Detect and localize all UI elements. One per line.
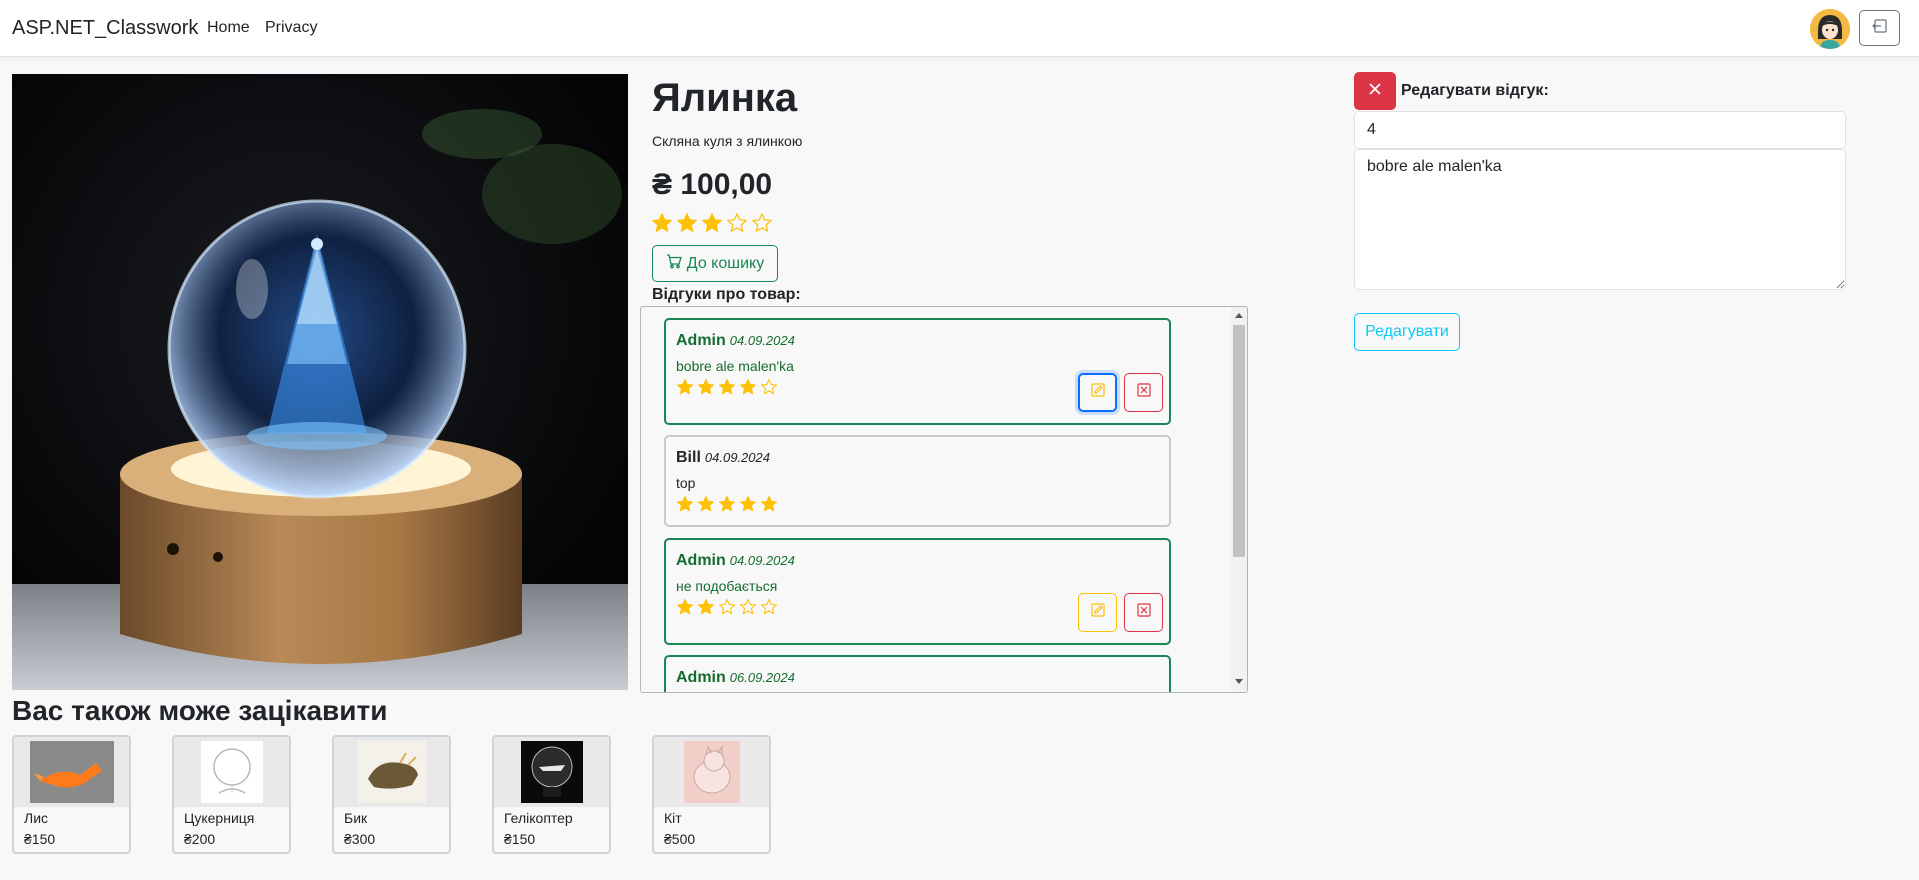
related-product-price: ₴150 — [24, 831, 56, 847]
brand-link[interactable]: ASP.NET_Classwork — [12, 17, 198, 40]
related-product-name: Цукерниця — [184, 810, 255, 826]
star-icon — [751, 212, 773, 234]
review-text: не подобається — [676, 578, 778, 594]
add-to-cart-button[interactable]: До кошику — [652, 245, 778, 282]
review-card: Admin 06.09.2024 — [664, 655, 1171, 692]
star-icon — [697, 378, 715, 396]
star-icon — [718, 598, 736, 616]
review-card: Admin 04.09.2024 не подобається — [664, 538, 1171, 645]
product-image — [12, 74, 628, 690]
product-price: ₴ 100,00 — [652, 168, 773, 201]
delete-review-button[interactable] — [1124, 373, 1163, 412]
related-product-card[interactable]: Бик ₴300 — [332, 735, 451, 854]
related-product-price: ₴300 — [344, 831, 376, 847]
review-card: Admin 04.09.2024 bobre ale malen'ka — [664, 318, 1171, 425]
related-product-card[interactable]: Цукерниця ₴200 — [172, 735, 291, 854]
review-author: Admin 04.09.2024 — [676, 332, 795, 349]
review-card: Bill 04.09.2024 top — [664, 435, 1171, 527]
edit-review-button[interactable] — [1078, 593, 1117, 632]
related-product-name: Кіт — [664, 810, 682, 826]
star-icon — [718, 378, 736, 396]
star-icon — [676, 495, 694, 513]
edit-review-button[interactable] — [1078, 373, 1117, 412]
navbar: ASP.NET_Classwork Home Privacy — [0, 0, 1919, 57]
edit-icon — [1090, 383, 1105, 402]
logout-button[interactable] — [1859, 10, 1900, 46]
review-text-input[interactable]: bobre ale malen'ka — [1354, 149, 1846, 290]
related-product-image — [14, 737, 129, 807]
submit-edit-button[interactable]: Редагувати — [1354, 313, 1460, 351]
related-product-name: Гелікоптер — [504, 810, 573, 826]
related-product-image — [654, 737, 769, 807]
user-avatar[interactable] — [1810, 9, 1850, 49]
star-icon — [676, 212, 698, 234]
delete-review-button[interactable] — [1124, 593, 1163, 632]
edit-review-label: Редагувати відгук: — [1401, 82, 1549, 99]
related-product-name: Бик — [344, 810, 368, 826]
review-date: 04.09.2024 — [729, 553, 795, 568]
rating-input[interactable] — [1354, 111, 1846, 149]
review-date: 04.09.2024 — [729, 333, 795, 348]
star-icon — [701, 212, 723, 234]
review-text: top — [676, 475, 696, 491]
related-product-price: ₴200 — [184, 831, 216, 847]
star-icon — [676, 378, 694, 396]
delete-icon — [1136, 383, 1151, 402]
star-icon — [651, 212, 673, 234]
product-title: Ялинка — [652, 76, 798, 120]
star-icon — [697, 495, 715, 513]
star-icon — [760, 378, 778, 396]
reviews-list[interactable]: Admin 04.09.2024 bobre ale malen'ka Bill 0… — [640, 306, 1248, 693]
scroll-up-arrow[interactable] — [1235, 313, 1243, 318]
review-rating — [676, 378, 778, 396]
scrollbar-thumb[interactable] — [1233, 325, 1245, 557]
nav-link-home[interactable]: Home — [207, 19, 250, 37]
cart-icon — [666, 253, 682, 274]
related-product-image — [174, 737, 289, 807]
related-product-image — [494, 737, 609, 807]
product-description: Скляна куля з ялинкою — [652, 133, 803, 149]
related-product-price: ₴150 — [504, 831, 536, 847]
star-icon — [726, 212, 748, 234]
star-icon — [676, 598, 694, 616]
star-icon — [760, 495, 778, 513]
related-product-card[interactable]: Гелікоптер ₴150 — [492, 735, 611, 854]
review-rating — [676, 495, 778, 513]
review-author: Bill 04.09.2024 — [676, 449, 770, 466]
review-text: bobre ale malen'ka — [676, 358, 794, 374]
star-icon — [739, 598, 757, 616]
reviews-heading: Відгуки про товар: — [652, 286, 801, 303]
related-heading: Вас також може зацікавити — [12, 695, 388, 726]
related-product-price: ₴500 — [664, 831, 696, 847]
related-product-image — [334, 737, 449, 807]
scroll-down-arrow[interactable] — [1235, 679, 1243, 684]
review-author: Admin 06.09.2024 — [676, 669, 795, 686]
nav-link-privacy[interactable]: Privacy — [265, 19, 317, 37]
star-icon — [697, 598, 715, 616]
star-icon — [718, 495, 736, 513]
close-edit-button[interactable] — [1354, 72, 1396, 110]
related-product-card[interactable]: Кіт ₴500 — [652, 735, 771, 854]
star-icon — [739, 495, 757, 513]
delete-icon — [1136, 603, 1151, 622]
star-icon — [760, 598, 778, 616]
close-icon — [1367, 81, 1383, 102]
review-rating — [676, 598, 778, 616]
star-icon — [739, 378, 757, 396]
review-date: 04.09.2024 — [704, 450, 770, 465]
review-author: Admin 04.09.2024 — [676, 552, 795, 569]
related-product-card[interactable]: Лис ₴150 — [12, 735, 131, 854]
product-rating — [651, 212, 773, 234]
add-to-cart-label: До кошику — [686, 254, 765, 272]
related-product-name: Лис — [24, 810, 49, 826]
review-date: 06.09.2024 — [729, 670, 795, 685]
logout-icon — [1871, 18, 1888, 39]
edit-icon — [1090, 603, 1105, 622]
